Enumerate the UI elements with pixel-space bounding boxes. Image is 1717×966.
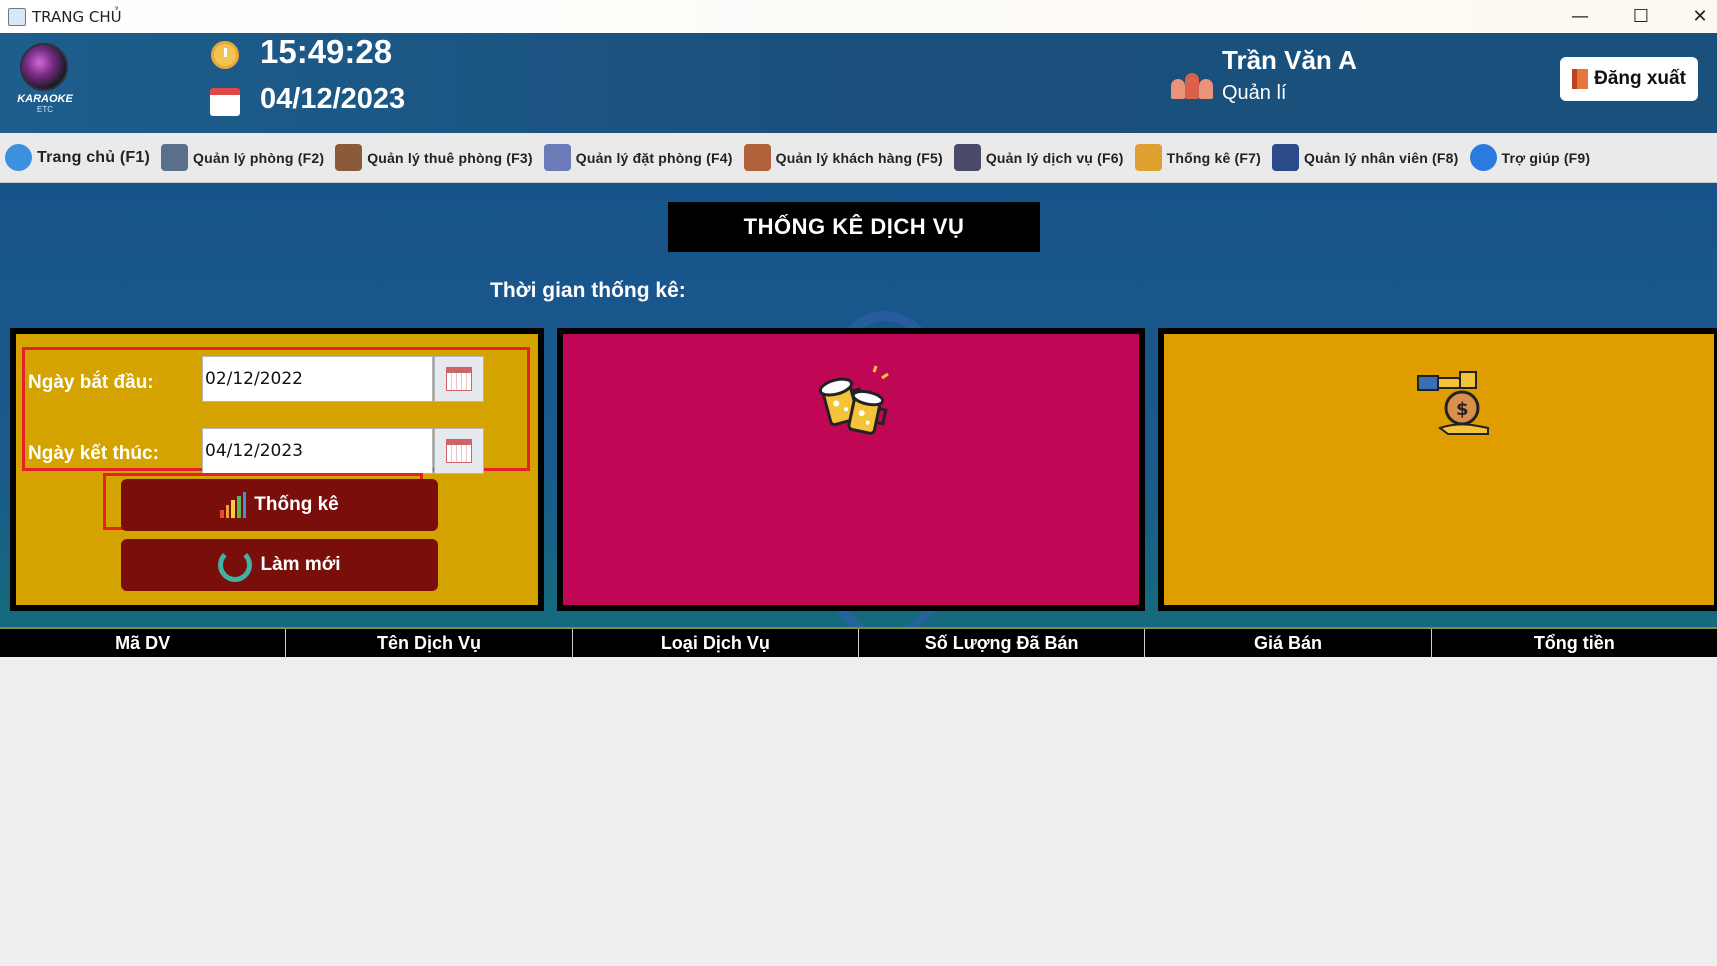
nav-item-label: Quản lý dịch vụ (F6) — [985, 149, 1124, 166]
waiter-icon — [953, 144, 981, 171]
nav-item-6[interactable]: Thống kê (F7) — [1130, 133, 1267, 183]
start-date-picker-button[interactable] — [434, 356, 484, 402]
start-date-label: Ngày bắt đầu: — [28, 372, 154, 393]
time-range-label: Thời gian thống kê: — [490, 279, 686, 302]
nav-item-2[interactable]: Quản lý thuê phòng (F3) — [330, 133, 539, 183]
logo-subtext: ETC — [37, 105, 53, 114]
page-title: THỐNG KÊ DỊCH VỤ — [668, 202, 1040, 252]
column-header[interactable]: Loại Dịch Vụ — [573, 629, 859, 657]
end-date-field[interactable]: 04/12/2023 — [202, 428, 433, 474]
refresh-button-label: Làm mới — [260, 554, 341, 575]
user-name: Trần Văn A — [1222, 45, 1357, 75]
column-header[interactable]: Giá Bán — [1145, 629, 1432, 657]
nav-item-label: Quản lý phòng (F2) — [193, 149, 325, 166]
clock-icon — [211, 41, 239, 69]
statistics-button-label: Thống kê — [254, 494, 339, 515]
statistics-button[interactable]: Thống kê — [121, 479, 438, 531]
nav-item-label: Trang chủ (F1) — [37, 148, 151, 166]
calendar-icon — [446, 367, 472, 391]
end-date-picker-button[interactable] — [434, 428, 484, 474]
building-icon — [161, 144, 189, 171]
calendar-icon — [210, 88, 240, 116]
refresh-button[interactable]: Làm mới — [121, 539, 438, 591]
nav-item-label: Quản lý khách hàng (F5) — [775, 149, 943, 166]
app-header: KARAOKE ETC 15:49:28 04/12/2023 Trần Văn… — [0, 33, 1717, 133]
nav-item-0[interactable]: Trang chủ (F1) — [0, 133, 156, 183]
user-group-icon — [1171, 69, 1213, 99]
revenue-panel: $ — [1158, 328, 1717, 611]
money-hand-icon: $ — [1417, 371, 1489, 435]
nav-item-5[interactable]: Quản lý dịch vụ (F6) — [949, 133, 1130, 183]
help-icon — [1469, 144, 1497, 171]
nav-item-label: Thống kê (F7) — [1166, 149, 1261, 166]
start-date-field[interactable]: 02/12/2022 — [202, 356, 433, 402]
services-table-body — [0, 657, 1717, 966]
nav-item-label: Quản lý đặt phòng (F4) — [575, 149, 733, 166]
main-nav: Trang chủ (F1) Quản lý phòng (F2) Quản lý … — [0, 133, 1717, 183]
nav-item-1[interactable]: Quản lý phòng (F2) — [156, 133, 330, 183]
window-titlebar: TRANG CHỦ — ☐ ✕ — [0, 0, 1717, 33]
column-header[interactable]: Mã DV — [0, 629, 287, 657]
rent-house-icon — [335, 144, 363, 171]
nav-item-4[interactable]: Quản lý khách hàng (F5) — [739, 133, 949, 183]
nav-item-8[interactable]: Trợ giúp (F9) — [1465, 133, 1597, 183]
nav-item-label: Quản lý thuê phòng (F3) — [367, 149, 533, 166]
booking-icon — [543, 144, 571, 171]
karaoke-logo: KARAOKE ETC — [16, 43, 74, 121]
column-header[interactable]: Tên Dịch Vụ — [286, 629, 573, 657]
services-sold-panel — [557, 328, 1145, 611]
logout-door-icon — [1572, 69, 1589, 89]
current-time: 15:49:28 — [260, 33, 393, 70]
nav-item-7[interactable]: Quản lý nhân viên (F8) — [1267, 133, 1465, 183]
close-button[interactable]: ✕ — [1671, 0, 1717, 33]
home-icon — [5, 144, 32, 171]
java-app-icon — [8, 7, 26, 26]
beer-mugs-icon — [818, 365, 889, 435]
customers-icon — [743, 144, 771, 171]
current-date: 04/12/2023 — [260, 83, 406, 115]
user-role: Quản lí — [1222, 82, 1287, 104]
services-table-header: Mã DV Tên Dịch Vụ Loại Dịch Vụ Số Lượng Đã … — [0, 627, 1717, 657]
end-date-label: Ngày kết thúc: — [28, 443, 159, 464]
nav-item-label: Trợ giúp (F9) — [1501, 149, 1591, 166]
window-title: TRANG CHỦ — [32, 7, 122, 26]
nav-item-3[interactable]: Quản lý đặt phòng (F4) — [539, 133, 739, 183]
bar-chart-icon — [220, 492, 247, 518]
minimize-button[interactable]: — — [1551, 0, 1609, 33]
calendar-icon — [446, 439, 472, 463]
maximize-button[interactable]: ☐ — [1612, 0, 1670, 33]
column-header[interactable]: Tổng tiền — [1432, 629, 1717, 657]
chart-icon — [1134, 144, 1162, 171]
logo-text: KARAOKE — [17, 93, 73, 105]
logout-label: Đăng xuất — [1594, 68, 1686, 89]
column-header[interactable]: Số Lượng Đã Bán — [859, 629, 1146, 657]
staff-icon — [1271, 144, 1299, 171]
statistics-area: THỐNG KÊ DỊCH VỤ Thời gian thống kê: Ngà… — [0, 183, 1717, 656]
filter-panel: Ngày bắt đầu: 02/12/2022 Ngày kết thúc: … — [10, 328, 544, 611]
logout-button[interactable]: Đăng xuất — [1560, 57, 1698, 101]
disc-icon — [20, 43, 68, 91]
svg-text:$: $ — [1456, 399, 1469, 420]
nav-item-label: Quản lý nhân viên (F8) — [1303, 149, 1459, 166]
refresh-icon — [218, 548, 253, 582]
